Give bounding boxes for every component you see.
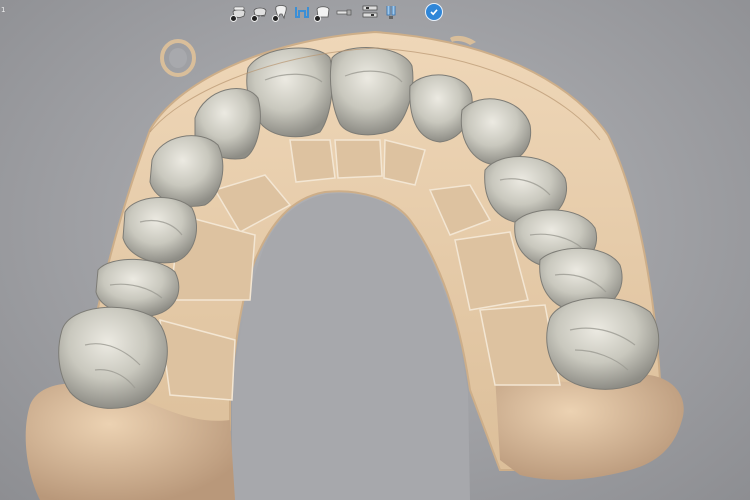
scan-fragment-left (160, 39, 196, 77)
implant-icon (336, 9, 352, 16)
gingiva-tool[interactable] (292, 2, 312, 22)
attachment-tool[interactable] (381, 2, 401, 22)
tooth-14 (122, 197, 197, 264)
align-icon (362, 5, 378, 18)
checkmark-icon (430, 9, 438, 16)
lower-jaw-tool[interactable] (229, 2, 249, 22)
single-tooth-tool[interactable] (271, 2, 291, 22)
align-tool[interactable] (360, 2, 380, 22)
attachment-icon (386, 6, 396, 19)
toolbar (229, 2, 401, 22)
tooth-27 (546, 297, 660, 390)
tooth-13 (149, 135, 224, 207)
crown-tool[interactable] (313, 2, 333, 22)
upper-jaw-tool[interactable] (250, 2, 270, 22)
model-base-right (495, 374, 684, 480)
tooth-16 (58, 306, 168, 409)
3d-viewport[interactable] (0, 0, 750, 500)
confirm-button[interactable] (425, 3, 443, 21)
tooth-21 (329, 47, 414, 136)
gingiva-icon (295, 7, 309, 18)
implant-tool[interactable] (334, 2, 354, 22)
